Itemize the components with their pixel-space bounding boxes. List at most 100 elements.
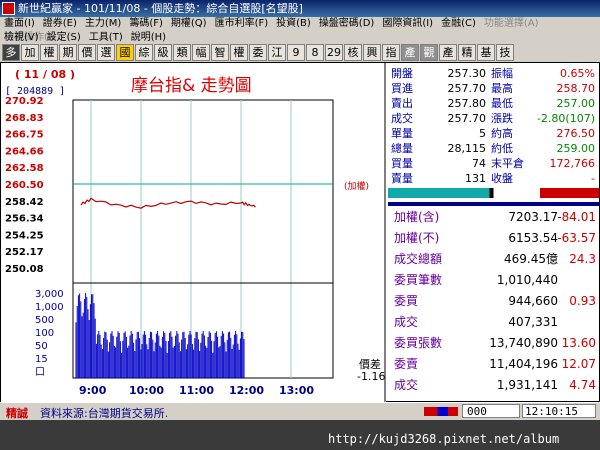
toolbar-button-4[interactable]: 價 bbox=[78, 44, 96, 61]
toolbar-button-5[interactable]: 選 bbox=[97, 44, 115, 61]
toolbar-button-12[interactable]: 權 bbox=[230, 44, 248, 61]
quote-value: 257.70 bbox=[447, 112, 487, 125]
stat-change: -63.57 bbox=[557, 231, 596, 245]
toolbar-button-14[interactable]: 江 bbox=[268, 44, 286, 61]
menu-item-1[interactable]: 證券(E) bbox=[39, 17, 81, 31]
volume-tick: 口 bbox=[35, 367, 45, 378]
menu-item-3[interactable]: 籌碼(F) bbox=[125, 17, 167, 31]
time-tick: 11:00 bbox=[179, 384, 214, 397]
toolbar-button-25[interactable]: 基 bbox=[477, 44, 495, 61]
toolbar-button-26[interactable]: 技 bbox=[496, 44, 514, 61]
menu2-item-0[interactable]: 檢視(V) bbox=[0, 31, 43, 45]
toolbar-button-19[interactable]: 興 bbox=[363, 44, 381, 61]
quote-label: 買進 bbox=[391, 82, 413, 95]
price-tick: 260.50 bbox=[5, 180, 44, 191]
stat-change: 0.93 bbox=[569, 294, 596, 308]
quote-label: 賣出 bbox=[391, 97, 413, 110]
title-bar: 新世紀贏家 - 101/11/08 - 個股走勢：綜合自選股[名望股] bbox=[0, 0, 600, 17]
taskbar: http://kujd3268.pixnet.net/album bbox=[0, 420, 600, 450]
watermark-url: http://kujd3268.pixnet.net/album bbox=[328, 432, 560, 446]
quote-label-2: 漲跌 bbox=[491, 112, 513, 125]
menu-item-0[interactable]: 畫面(I) bbox=[0, 17, 39, 31]
data-source: 資料來源:台灣期貨交易所. bbox=[40, 407, 169, 420]
quote-value: 257.70 bbox=[447, 82, 487, 95]
menu-item-9[interactable]: 金融(C) bbox=[437, 17, 480, 31]
stat-value: 13,740,890 bbox=[489, 336, 558, 350]
status-count: 000 bbox=[462, 404, 520, 418]
menu-item-4[interactable]: 期權(Q) bbox=[167, 17, 211, 31]
volume-tick: 1,000 bbox=[35, 302, 64, 313]
toolbar-button-6[interactable]: 國 bbox=[116, 44, 134, 61]
stat-change: 13.60 bbox=[561, 336, 596, 350]
toolbar-button-1[interactable]: 加 bbox=[21, 44, 39, 61]
toolbar-button-24[interactable]: 精 bbox=[458, 44, 476, 61]
ref-label: (加權) bbox=[344, 182, 370, 192]
stat-value: 944,660 bbox=[508, 294, 558, 308]
stat-value: 7203.17 bbox=[508, 210, 558, 224]
quote-value-2: 259.00 bbox=[556, 142, 596, 155]
menu-item-6[interactable]: 投資(B) bbox=[272, 17, 315, 31]
price-tick: 264.66 bbox=[5, 146, 44, 157]
trend-chart[interactable]: ( 11 / 08 ) [ 204889 ] 摩台指& 走勢圖 270.92 26… bbox=[1, 63, 386, 403]
quote-label-2: 最低 bbox=[491, 97, 513, 110]
toolbar-button-13[interactable]: 委 bbox=[249, 44, 267, 61]
toolbar-button-3[interactable]: 期 bbox=[59, 44, 77, 61]
toolbar-button-7[interactable]: 綜 bbox=[135, 44, 153, 61]
toolbar-button-9[interactable]: 類 bbox=[173, 44, 191, 61]
menu-item-8[interactable]: 國際資訊(I) bbox=[378, 17, 437, 31]
toolbar-button-2[interactable]: 權 bbox=[40, 44, 58, 61]
quote-value-2: -2.80(107) bbox=[536, 112, 595, 125]
quote-value: 257.30 bbox=[447, 67, 487, 80]
status-time: 12:10:15 bbox=[522, 404, 596, 418]
toolbar-button-17[interactable]: 29 bbox=[325, 44, 343, 61]
toolbar-button-8[interactable]: 級 bbox=[154, 44, 172, 61]
menu2-item-2[interactable]: 工具(T) bbox=[85, 31, 127, 45]
toolbar-button-11[interactable]: 智 bbox=[211, 44, 229, 61]
toolbar-button-18[interactable]: 核 bbox=[344, 44, 362, 61]
menu-item-2[interactable]: 主力(M) bbox=[81, 17, 125, 31]
stat-value: 1,010,440 bbox=[496, 273, 558, 287]
quote-label-2: 約低 bbox=[491, 142, 513, 155]
quote-value-2: 0.65% bbox=[560, 67, 595, 80]
toolbar-button-22[interactable]: 觀 bbox=[420, 44, 438, 61]
quote-panel: 開盤 257.30 振幅 0.65% 買進 257.70 最高 258.70 賣出 257.80 最… bbox=[388, 63, 599, 403]
menu-bar-secondary: 檢視(V) 設定(S) 工具(T) 說明(H) bbox=[0, 31, 600, 44]
toolbar-button-15[interactable]: 9 bbox=[287, 44, 305, 61]
quote-value: 74 bbox=[472, 157, 486, 170]
main-area: ( 11 / 08 ) [ 204889 ] 摩台指& 走勢圖 270.92 26… bbox=[0, 62, 600, 403]
menu2-item-1[interactable]: 設定(S) bbox=[43, 31, 85, 45]
price-tick: 266.75 bbox=[5, 130, 44, 141]
quote-label: 單量 bbox=[391, 127, 413, 140]
stat-change bbox=[556, 273, 596, 288]
toolbar-button-20[interactable]: 指 bbox=[382, 44, 400, 61]
toolbar-button-23[interactable]: 產 bbox=[439, 44, 457, 61]
quote-label-2: 最高 bbox=[491, 82, 513, 95]
price-tick: 250.08 bbox=[5, 264, 44, 275]
menu-item-10[interactable]: 功能選擇(A) bbox=[480, 17, 543, 31]
quote-value: 28,115 bbox=[447, 142, 487, 155]
quote-value-2: 257.00 bbox=[556, 97, 596, 110]
quote-label: 賣量 bbox=[391, 172, 413, 185]
diff-value: -1.16 bbox=[357, 370, 386, 383]
stat-change bbox=[556, 315, 596, 330]
menu-item-5[interactable]: 匯市利率(F) bbox=[211, 17, 273, 31]
status-bar: 精誠 資料來源:台灣期貨交易所. 000 12:10:15 bbox=[0, 402, 600, 420]
menu-item-7[interactable]: 操盤密碼(D) bbox=[315, 17, 379, 31]
quote-value-2: 276.50 bbox=[556, 127, 596, 140]
stat-value: 407,331 bbox=[508, 315, 558, 329]
toolbar-button-10[interactable]: 幅 bbox=[192, 44, 210, 61]
stat-value: 1,931,141 bbox=[496, 378, 558, 392]
volume-tick: 15 bbox=[35, 354, 48, 365]
price-tick: 256.34 bbox=[5, 214, 44, 225]
quote-label-2: 收盤 bbox=[491, 172, 513, 185]
volume-tick: 3,000 bbox=[35, 289, 64, 300]
price-tick: 262.58 bbox=[5, 163, 44, 174]
quote-label-2: 末平倉 bbox=[491, 157, 524, 170]
toolbar-button-21[interactable]: 產 bbox=[401, 44, 419, 61]
time-tick: 9:00 bbox=[79, 384, 107, 397]
volume-tick: 50 bbox=[35, 341, 48, 352]
menu2-item-3[interactable]: 說明(H) bbox=[127, 31, 170, 45]
toolbar-button-0[interactable]: 多 bbox=[2, 44, 20, 61]
toolbar-button-16[interactable]: 8 bbox=[306, 44, 324, 61]
time-tick: 12:00 bbox=[229, 384, 264, 397]
